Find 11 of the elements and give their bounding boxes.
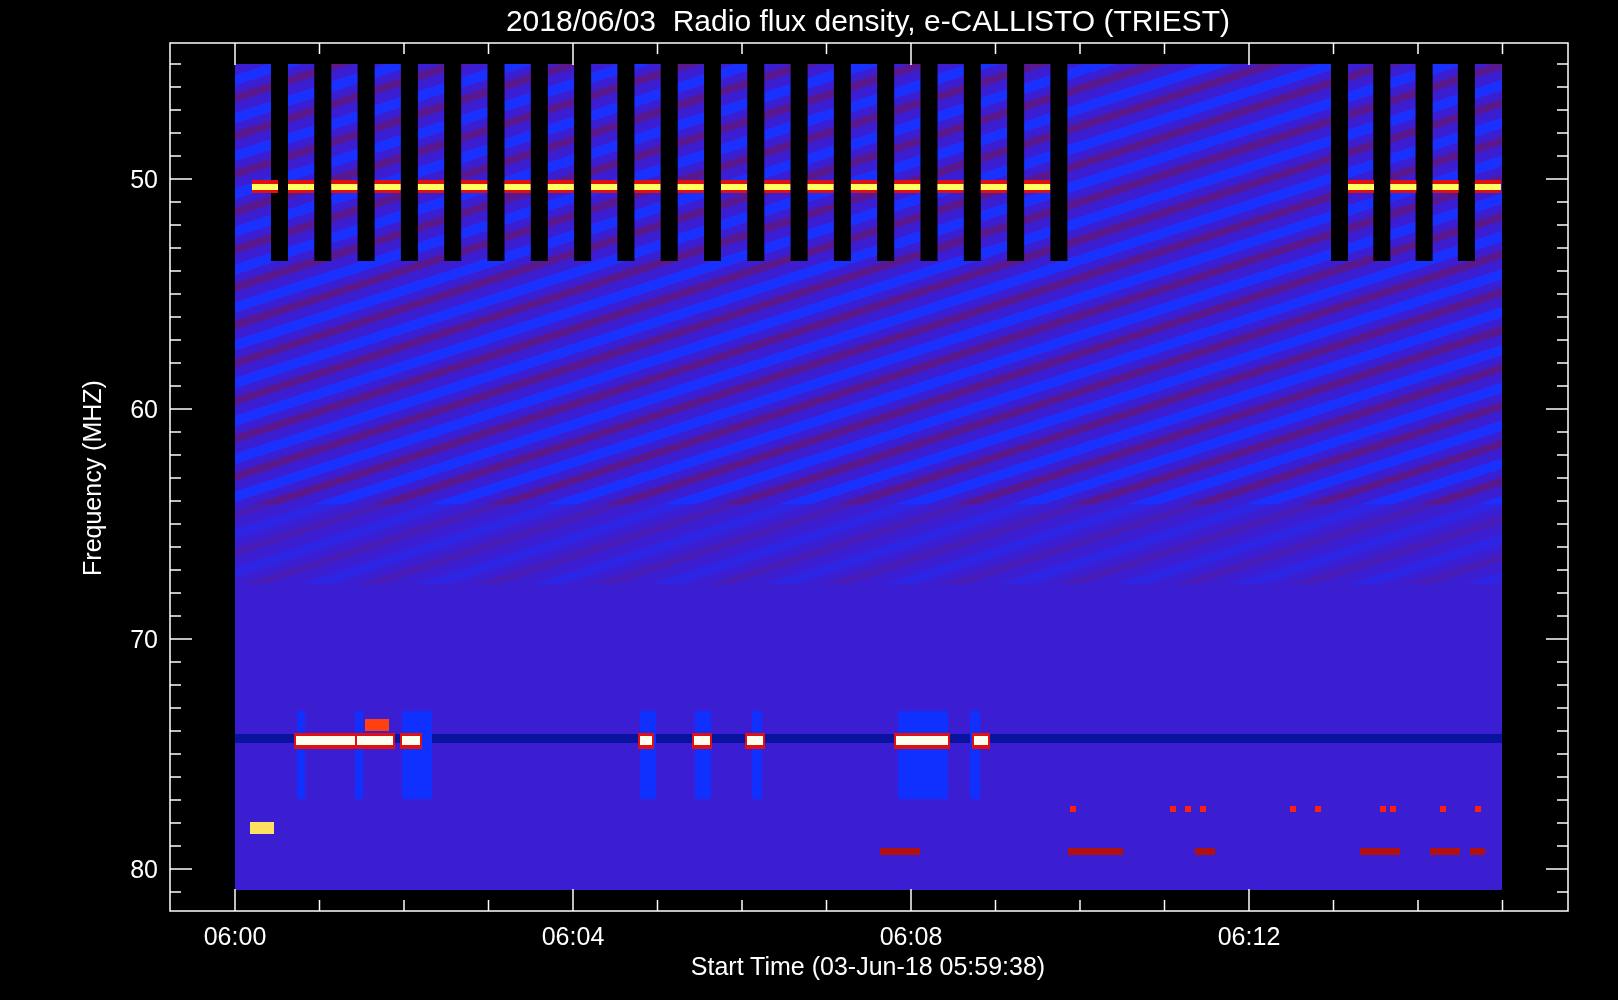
x-tick-label: 06:12 xyxy=(1217,922,1281,950)
y-tick-label: 80 xyxy=(130,855,158,883)
x-tick-label: 06:04 xyxy=(541,922,605,950)
y-axis-label: Frequency (MHZ) xyxy=(78,380,106,576)
chart-title: 2018/06/03 Radio flux density, e-CALLISTO (TRIEST) xyxy=(505,4,1231,37)
y-tick-label: 70 xyxy=(130,625,158,653)
y-tick-label: 60 xyxy=(130,395,158,423)
x-tick-label: 06:00 xyxy=(203,922,267,950)
y-tick-label: 50 xyxy=(130,165,158,193)
x-tick-label: 06:08 xyxy=(879,922,943,950)
x-axis-label: Start Time (03-Jun-18 05:59:38) xyxy=(690,952,1046,980)
